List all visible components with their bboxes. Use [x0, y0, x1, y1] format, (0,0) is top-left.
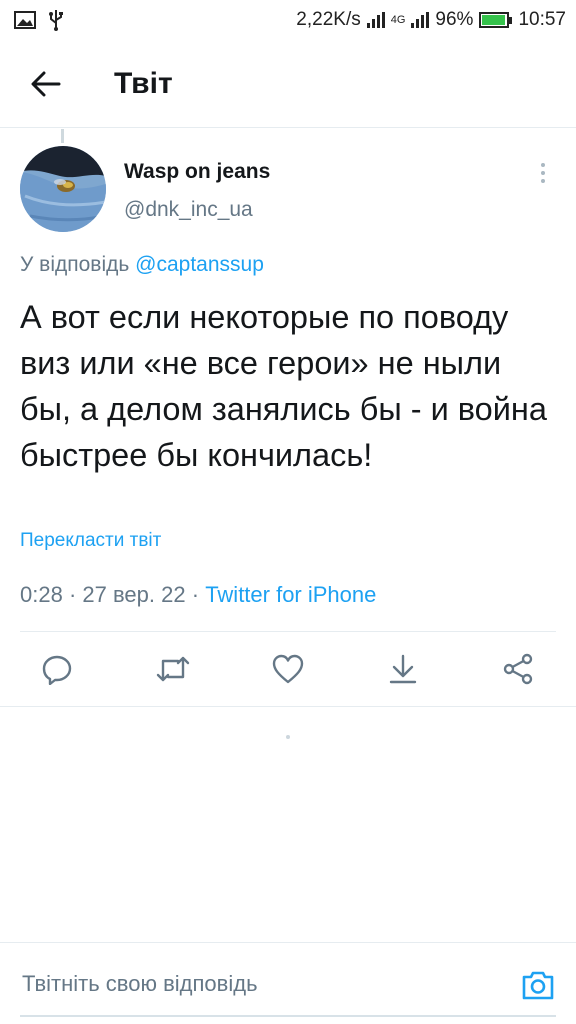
author-name[interactable]: Wasp on jeans: [124, 160, 270, 184]
download-button[interactable]: [386, 652, 420, 686]
tweet-text: А вот если некоторые по поводу виз или «…: [20, 299, 547, 473]
clock: 10:57: [518, 9, 566, 30]
back-button[interactable]: [16, 54, 76, 114]
reply-composer: Твітніть свою відповідь: [0, 942, 576, 1024]
arrow-left-icon: [31, 71, 61, 96]
reply-context: У відповідь @captanssup: [20, 253, 264, 277]
like-button[interactable]: [271, 652, 305, 686]
status-right: 2,22K/s 4G 96% 10:57: [296, 9, 566, 31]
battery-icon: [479, 12, 513, 28]
tweet-actions: [0, 634, 576, 704]
avatar[interactable]: [20, 146, 106, 232]
network-type: 4G: [390, 14, 406, 26]
author-handle[interactable]: @dnk_inc_ua: [124, 198, 253, 222]
status-left: [14, 9, 64, 31]
avatar-image: [20, 146, 106, 232]
camera-icon: [522, 971, 554, 1000]
reply-button[interactable]: [40, 652, 74, 686]
download-icon: [389, 654, 417, 684]
wifi-signal-icon: [366, 12, 385, 28]
thread-connector: [61, 129, 64, 143]
input-underline: [20, 1015, 556, 1017]
tweet-date: 27 вер. 22: [82, 582, 186, 607]
divider: [0, 706, 576, 707]
loading-dot: [286, 735, 290, 739]
share-button[interactable]: [501, 652, 535, 686]
reply-input[interactable]: Твітніть свою відповідь: [22, 971, 258, 997]
reply-to-mention[interactable]: @captanssup: [135, 253, 264, 276]
tweet-source[interactable]: Twitter for iPhone: [205, 582, 376, 607]
retweet-icon: [156, 656, 190, 682]
page-title: Твіт: [114, 66, 173, 100]
top-app-bar: Твіт: [0, 40, 576, 128]
divider: [20, 631, 556, 632]
share-icon: [503, 653, 533, 685]
camera-button[interactable]: [520, 967, 556, 1003]
more-options-icon[interactable]: [530, 158, 556, 188]
usb-icon: [49, 10, 63, 31]
like-icon: [272, 654, 304, 684]
translate-tweet-link[interactable]: Перекласти твіт: [20, 530, 161, 552]
battery-percent: 96%: [435, 9, 474, 30]
reply-prefix: У відповідь: [20, 253, 130, 276]
reply-icon: [42, 655, 72, 685]
cell-signal-icon: [411, 12, 430, 28]
tweet-time: 0:28: [20, 582, 63, 607]
retweet-button[interactable]: [156, 652, 190, 686]
image-notification-icon: [14, 11, 36, 29]
meta-separator: ·: [191, 582, 200, 607]
status-bar: 2,22K/s 4G 96% 10:57: [0, 0, 576, 40]
meta-separator: ·: [68, 582, 77, 607]
net-speed: 2,22K/s: [296, 9, 361, 30]
tweet-meta: 0:28 · 27 вер. 22 · Twitter for iPhone: [20, 582, 376, 608]
